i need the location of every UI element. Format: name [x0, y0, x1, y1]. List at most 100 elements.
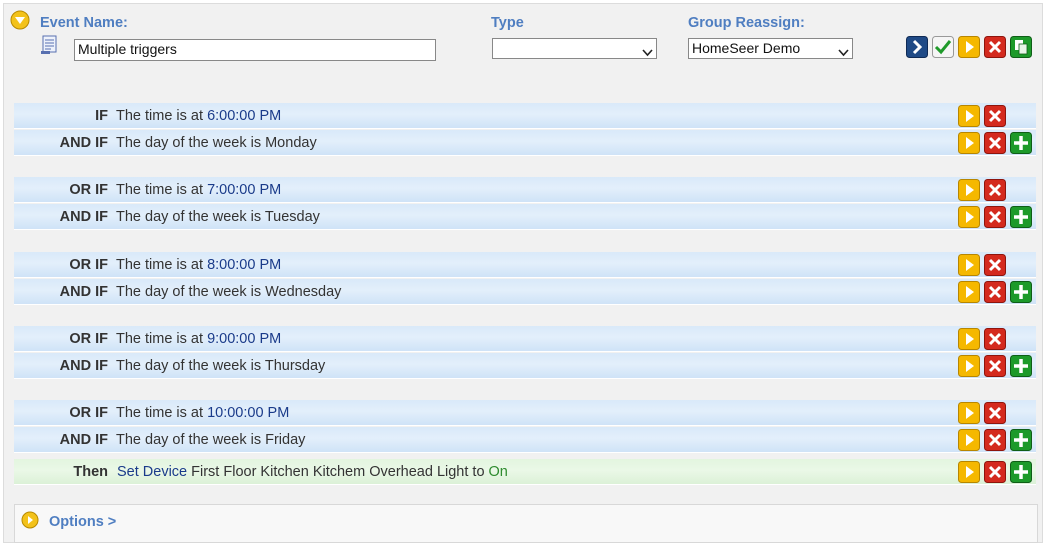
trigger-add-button[interactable]	[1010, 355, 1032, 377]
trigger-delete-button[interactable]	[984, 355, 1006, 377]
trigger-delete-button[interactable]	[984, 179, 1006, 201]
trigger-row: OR IF The time is at 10:00:00 PM	[14, 400, 1036, 426]
play-icon	[958, 402, 980, 424]
add-icon	[1010, 132, 1032, 154]
trigger-text: The day of the week is Wednesday	[116, 284, 342, 300]
trigger-run-button[interactable]	[958, 328, 980, 350]
trigger-text: The day of the week is Tuesday	[116, 209, 320, 225]
trigger-delete-button[interactable]	[984, 402, 1006, 424]
trigger-delete-button[interactable]	[984, 254, 1006, 276]
set-device-text: Set Device	[117, 464, 188, 480]
trigger-run-button[interactable]	[958, 402, 980, 424]
play-icon	[958, 254, 980, 276]
collapse-arrow-icon[interactable]	[10, 10, 30, 30]
trigger-row: AND IF The day of the week is Friday	[14, 427, 1036, 453]
trigger-add-button[interactable]	[1010, 206, 1032, 228]
trigger-description[interactable]: The day of the week is Thursday	[116, 358, 325, 374]
trigger-run-button[interactable]	[958, 105, 980, 127]
trigger-keyword: OR IF	[69, 182, 108, 198]
trigger-row: OR IF The time is at 7:00:00 PM	[14, 177, 1036, 203]
group-reassign-select[interactable]: HomeSeer Demo	[688, 38, 853, 59]
trigger-run-button[interactable]	[958, 132, 980, 154]
trigger-row: AND IF The day of the week is Thursday	[14, 353, 1036, 379]
trigger-text: The time is at	[116, 257, 208, 273]
go-icon	[906, 36, 928, 58]
trigger-description[interactable]: The time is at 9:00:00 PM	[116, 331, 281, 347]
trigger-delete-button[interactable]	[984, 132, 1006, 154]
trigger-keyword: AND IF	[59, 432, 108, 448]
copy-icon	[1010, 36, 1032, 58]
play-icon	[958, 355, 980, 377]
check-button[interactable]	[932, 36, 954, 58]
delete-icon	[984, 36, 1006, 58]
go-button[interactable]	[906, 36, 928, 58]
trigger-run-button[interactable]	[958, 429, 980, 451]
trigger-value: 10:00:00 PM	[207, 405, 290, 421]
trigger-run-button[interactable]	[958, 281, 980, 303]
trigger-value: 7:00:00 PM	[207, 182, 282, 198]
trigger-description[interactable]: The day of the week is Friday	[116, 432, 305, 448]
trigger-keyword: AND IF	[59, 135, 108, 151]
trigger-description[interactable]: The time is at 7:00:00 PM	[116, 182, 281, 198]
trigger-row: OR IF The time is at 9:00:00 PM	[14, 326, 1036, 352]
trigger-delete-button[interactable]	[984, 281, 1006, 303]
then-run-button[interactable]	[958, 461, 980, 483]
trigger-row: AND IF The day of the week is Tuesday	[14, 204, 1036, 230]
trigger-keyword: AND IF	[59, 209, 108, 225]
then-description[interactable]: Set Device First Floor Kitchen Kitchem O…	[117, 464, 508, 480]
trigger-delete-button[interactable]	[984, 105, 1006, 127]
trigger-keyword: IF	[95, 108, 108, 124]
trigger-text: The time is at	[116, 405, 208, 421]
then-delete-button[interactable]	[984, 461, 1006, 483]
trigger-add-button[interactable]	[1010, 429, 1032, 451]
trigger-row: OR IF The time is at 8:00:00 PM	[14, 252, 1036, 278]
trigger-description[interactable]: The day of the week is Tuesday	[116, 209, 320, 225]
add-icon	[1010, 281, 1032, 303]
trigger-delete-button[interactable]	[984, 328, 1006, 350]
trigger-add-button[interactable]	[1010, 132, 1032, 154]
copy-event-button[interactable]	[1010, 36, 1032, 58]
trigger-keyword: OR IF	[69, 405, 108, 421]
play-icon	[958, 132, 980, 154]
trigger-text: The time is at	[116, 182, 208, 198]
play-icon	[958, 429, 980, 451]
play-icon	[958, 281, 980, 303]
delete-icon	[984, 461, 1006, 483]
note-icon[interactable]	[40, 35, 60, 55]
event-name-input[interactable]: Multiple triggers	[74, 39, 436, 61]
trigger-description[interactable]: The day of the week is Wednesday	[116, 284, 341, 300]
add-icon	[1010, 429, 1032, 451]
trigger-description[interactable]: The time is at 10:00:00 PM	[116, 405, 289, 421]
trigger-description[interactable]: The time is at 6:00:00 PM	[116, 108, 281, 124]
run-button[interactable]	[958, 36, 980, 58]
play-icon	[958, 206, 980, 228]
trigger-run-button[interactable]	[958, 254, 980, 276]
trigger-description[interactable]: The time is at 8:00:00 PM	[116, 257, 281, 273]
options-arrow-icon[interactable]	[21, 511, 39, 529]
play-icon	[958, 179, 980, 201]
then-add-button[interactable]	[1010, 461, 1032, 483]
delete-icon	[984, 328, 1006, 350]
trigger-run-button[interactable]	[958, 206, 980, 228]
trigger-run-button[interactable]	[958, 179, 980, 201]
delete-event-button[interactable]	[984, 36, 1006, 58]
trigger-value: 8:00:00 PM	[207, 257, 282, 273]
options-link[interactable]: Options >	[49, 514, 116, 530]
group-reassign-label: Group Reassign:	[688, 15, 805, 31]
trigger-run-button[interactable]	[958, 355, 980, 377]
trigger-row: AND IF The day of the week is Wednesday	[14, 279, 1036, 305]
group-select-value: HomeSeer Demo	[692, 40, 801, 56]
add-icon	[1010, 355, 1032, 377]
trigger-row: IF The time is at 6:00:00 PM	[14, 103, 1036, 129]
delete-icon	[984, 206, 1006, 228]
add-icon	[1010, 206, 1032, 228]
trigger-delete-button[interactable]	[984, 429, 1006, 451]
event-name-label: Event Name:	[40, 15, 128, 31]
delete-icon	[984, 429, 1006, 451]
trigger-keyword: AND IF	[59, 358, 108, 374]
trigger-description[interactable]: The day of the week is Monday	[116, 135, 317, 151]
trigger-delete-button[interactable]	[984, 206, 1006, 228]
type-select[interactable]	[492, 38, 657, 59]
play-icon	[958, 105, 980, 127]
trigger-add-button[interactable]	[1010, 281, 1032, 303]
